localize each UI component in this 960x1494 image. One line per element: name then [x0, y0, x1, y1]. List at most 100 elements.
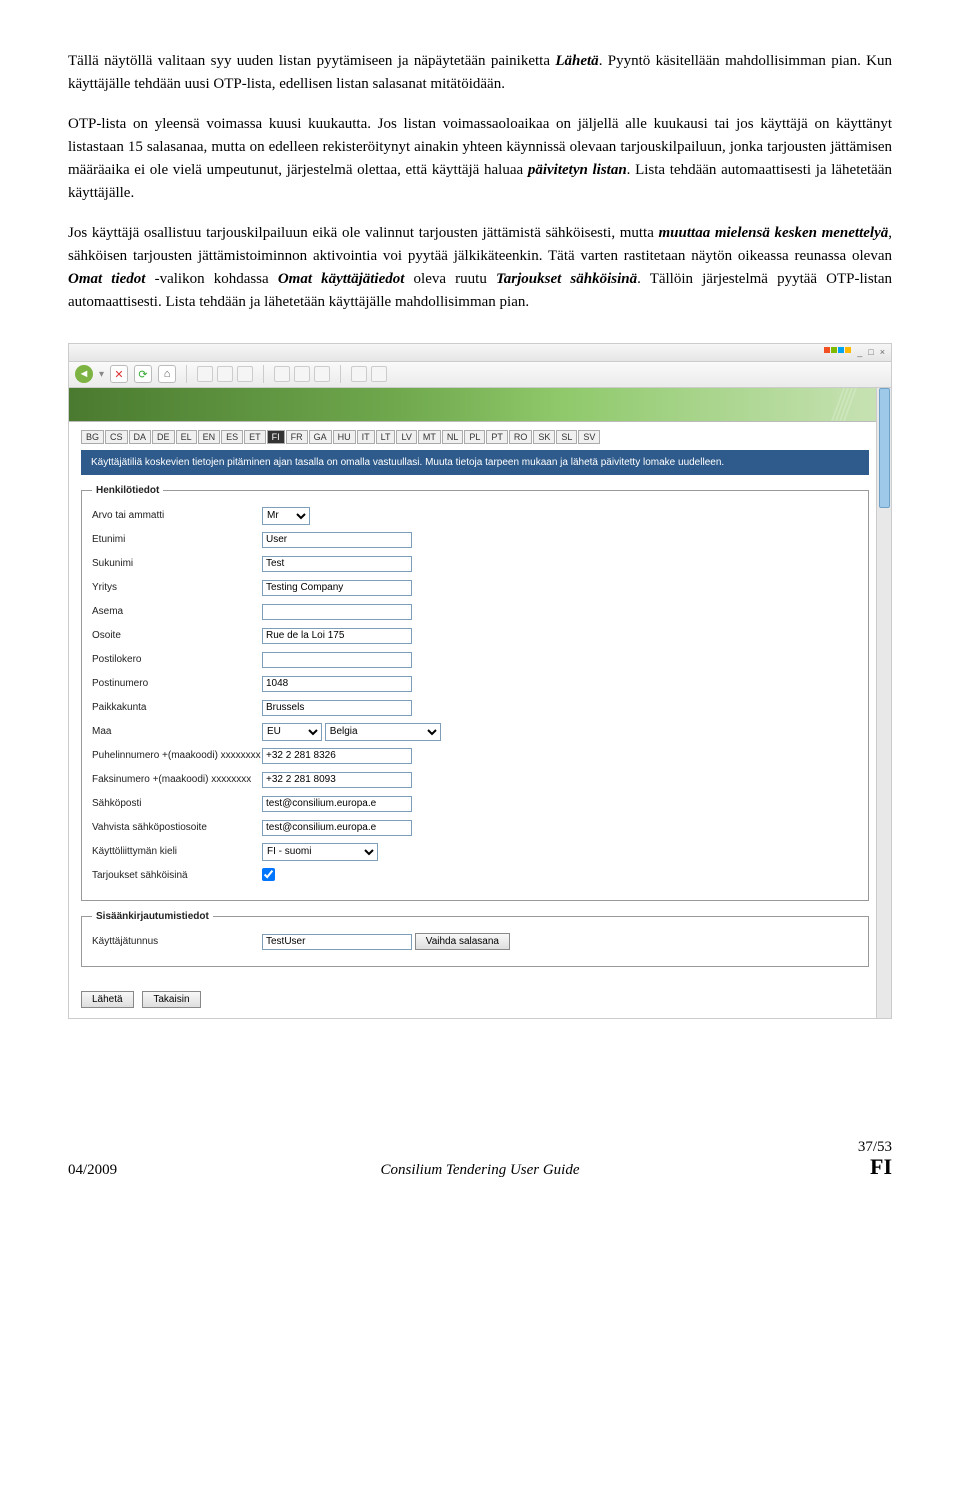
- paragraph-2: OTP-lista on yleensä voimassa kuusi kuuk…: [68, 113, 892, 206]
- label-address: Osoite: [92, 630, 262, 642]
- lang-hu[interactable]: HU: [333, 430, 356, 444]
- info-notice: Käyttäjätiliä koskevien tietojen pitämin…: [81, 450, 869, 475]
- lang-en[interactable]: EN: [198, 430, 221, 444]
- p3-a: Jos käyttäjä osallistuu tarjouskilpailuu…: [68, 225, 659, 241]
- lang-sv[interactable]: SV: [578, 430, 600, 444]
- windows-logo-icon: [824, 347, 851, 357]
- p3-f: Omat käyttäjätiedot: [278, 271, 405, 287]
- toolbar-icon-1[interactable]: [351, 366, 367, 382]
- phone-input[interactable]: [262, 748, 412, 764]
- etender-checkbox[interactable]: [262, 868, 275, 881]
- country-name-select[interactable]: Belgia: [325, 723, 441, 741]
- login-details-legend: Sisäänkirjautumistiedot: [92, 911, 213, 922]
- label-confirm-email: Vahvista sähköpostiosoite: [92, 822, 262, 834]
- print-icon[interactable]: [294, 366, 310, 382]
- lang-bg[interactable]: BG: [81, 430, 104, 444]
- postcode-input[interactable]: [262, 676, 412, 692]
- title-select[interactable]: Mr: [262, 507, 310, 525]
- fax-input[interactable]: [262, 772, 412, 788]
- label-phone: Puhelinnumero +(maakoodi) xxxxxxxx: [92, 750, 262, 762]
- lang-fr[interactable]: FR: [286, 430, 308, 444]
- lang-es[interactable]: ES: [221, 430, 243, 444]
- maximize-icon[interactable]: □: [868, 347, 873, 357]
- back-button[interactable]: Takaisin: [142, 991, 200, 1008]
- personal-details-fieldset: Henkilötiedot Arvo tai ammatti Mr Etunim…: [81, 485, 869, 901]
- favorites-icon[interactable]: [217, 366, 233, 382]
- personal-details-legend: Henkilötiedot: [92, 485, 163, 496]
- ui-language-select[interactable]: FI - suomi: [262, 843, 378, 861]
- lang-fi[interactable]: FI: [267, 430, 285, 444]
- home-button-icon[interactable]: ⌂: [158, 365, 176, 383]
- history-icon[interactable]: [237, 366, 253, 382]
- lang-nl[interactable]: NL: [442, 430, 464, 444]
- label-firstname: Etunimi: [92, 534, 262, 546]
- label-pobox: Postilokero: [92, 654, 262, 666]
- login-details-fieldset: Sisäänkirjautumistiedot Käyttäjätunnus V…: [81, 911, 869, 967]
- mail-icon[interactable]: [274, 366, 290, 382]
- stop-button-icon[interactable]: ✕: [110, 365, 128, 383]
- paragraph-3: Jos käyttäjä osallistuu tarjouskilpailuu…: [68, 222, 892, 315]
- lang-cs[interactable]: CS: [105, 430, 128, 444]
- paragraph-1: Tällä näytöllä valitaan syy uuden listan…: [68, 50, 892, 97]
- toolbar-icon-2[interactable]: [371, 366, 387, 382]
- lang-el[interactable]: EL: [176, 430, 197, 444]
- lang-ro[interactable]: RO: [509, 430, 533, 444]
- pobox-input[interactable]: [262, 652, 412, 668]
- label-country: Maa: [92, 726, 262, 738]
- label-company: Yritys: [92, 582, 262, 594]
- lang-da[interactable]: DA: [129, 430, 152, 444]
- back-button-icon[interactable]: ◄: [75, 365, 93, 383]
- city-input[interactable]: [262, 700, 412, 716]
- p3-g: oleva ruutu: [404, 271, 496, 287]
- footer-title: Consilium Tendering User Guide: [380, 1162, 579, 1179]
- confirm-email-input[interactable]: [262, 820, 412, 836]
- country-code-select[interactable]: EU: [262, 723, 322, 741]
- page-footer: 04/2009 Consilium Tendering User Guide 3…: [68, 1139, 892, 1179]
- p3-h: Tarjoukset sähköisinä: [496, 271, 637, 287]
- p3-d: Omat tiedot: [68, 271, 145, 287]
- lang-et[interactable]: ET: [244, 430, 266, 444]
- refresh-button-icon[interactable]: ⟳: [134, 365, 152, 383]
- browser-toolbar: ◄ ▾ ✕ ⟳ ⌂: [69, 362, 891, 388]
- username-input[interactable]: [262, 934, 412, 950]
- footer-lang: FI: [870, 1154, 892, 1179]
- lang-sl[interactable]: SL: [556, 430, 577, 444]
- firstname-input[interactable]: [262, 532, 412, 548]
- lang-lt[interactable]: LT: [376, 430, 396, 444]
- scrollbar-thumb[interactable]: [879, 388, 890, 508]
- footer-date: 04/2009: [68, 1162, 117, 1179]
- label-lastname: Sukunimi: [92, 558, 262, 570]
- email-input[interactable]: [262, 796, 412, 812]
- p2-emphasis: päivitetyn listan: [528, 162, 627, 178]
- company-input[interactable]: [262, 580, 412, 596]
- address-input[interactable]: [262, 628, 412, 644]
- language-bar: BGCSDADEELENESETFIFRGAHUITLTLVMTNLPLPTRO…: [81, 430, 869, 444]
- label-fax: Faksinumero +(maakoodi) xxxxxxxx: [92, 774, 262, 786]
- window-titlebar: _ □ ×: [69, 344, 891, 362]
- change-password-button[interactable]: Vaihda salasana: [415, 933, 510, 950]
- edit-icon[interactable]: [314, 366, 330, 382]
- minimize-icon[interactable]: _: [857, 347, 862, 357]
- lang-pl[interactable]: PL: [464, 430, 485, 444]
- search-icon[interactable]: [197, 366, 213, 382]
- close-icon[interactable]: ×: [880, 347, 885, 357]
- lang-mt[interactable]: MT: [418, 430, 441, 444]
- lang-sk[interactable]: SK: [533, 430, 555, 444]
- label-postcode: Postinumero: [92, 678, 262, 690]
- lastname-input[interactable]: [262, 556, 412, 572]
- p3-e: -valikon kohdassa: [145, 271, 277, 287]
- lang-ga[interactable]: GA: [309, 430, 332, 444]
- submit-button[interactable]: Lähetä: [81, 991, 134, 1008]
- p1-text-a: Tällä näytöllä valitaan syy uuden listan…: [68, 53, 555, 69]
- vertical-scrollbar[interactable]: [876, 388, 891, 1018]
- lang-pt[interactable]: PT: [486, 430, 508, 444]
- label-email: Sähköposti: [92, 798, 262, 810]
- lang-de[interactable]: DE: [152, 430, 175, 444]
- lang-lv[interactable]: LV: [396, 430, 416, 444]
- app-banner: [69, 388, 891, 422]
- position-input[interactable]: [262, 604, 412, 620]
- footer-pagenum: 37/53: [858, 1139, 892, 1155]
- lang-it[interactable]: IT: [357, 430, 375, 444]
- p1-emphasis: Lähetä: [555, 53, 598, 69]
- label-username: Käyttäjätunnus: [92, 936, 262, 948]
